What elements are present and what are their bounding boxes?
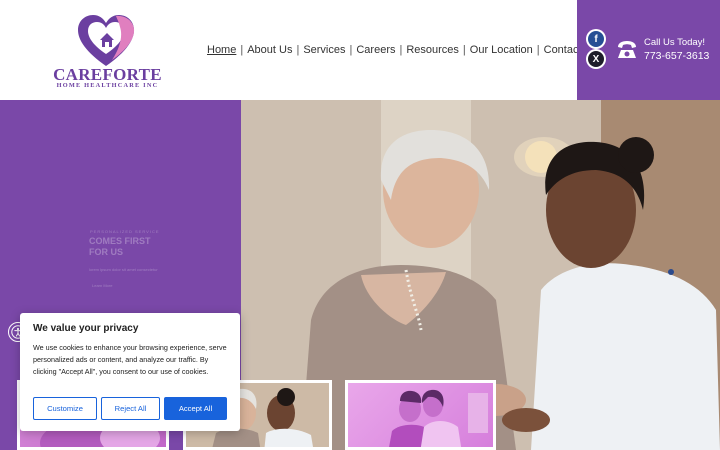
hero-heading: COMES FIRST FOR US: [89, 236, 151, 257]
telephone-icon: [618, 41, 636, 58]
nav-separator: |: [536, 44, 540, 56]
reject-all-button[interactable]: Reject All: [101, 397, 160, 420]
nav-separator: |: [399, 44, 403, 56]
nav-separator: |: [240, 44, 244, 56]
x-twitter-link[interactable]: X: [586, 49, 606, 69]
cookie-description: We use cookies to enhance your browsing …: [33, 343, 227, 376]
careforte-logo[interactable]: CAREFORTE HOME HEALTHCARE INC: [40, 14, 175, 90]
nav-our-location[interactable]: Our Location: [470, 44, 533, 56]
main-navigation: Home | About Us | Services | Careers | R…: [207, 42, 598, 58]
customize-button[interactable]: Customize: [33, 397, 97, 420]
nav-resources[interactable]: Resources: [406, 44, 459, 56]
nav-careers[interactable]: Careers: [356, 44, 395, 56]
accept-all-button[interactable]: Accept All: [164, 397, 227, 420]
call-us-label: Call Us Today!: [644, 37, 706, 48]
hero-learn-more-link[interactable]: Learn More: [92, 283, 112, 288]
site-header: CAREFORTE HOME HEALTHCARE INC Home | Abo…: [0, 0, 720, 100]
nav-separator: |: [296, 44, 300, 56]
facebook-link[interactable]: f: [586, 29, 606, 49]
facebook-icon: f: [588, 31, 604, 47]
thumbnail-card-3[interactable]: [345, 380, 496, 450]
nav-separator: |: [349, 44, 353, 56]
x-twitter-icon: X: [588, 51, 604, 67]
nav-about-us[interactable]: About Us: [247, 44, 292, 56]
logo-subtitle: HOME HEALTHCARE INC: [56, 82, 159, 89]
cookie-title: We value your privacy: [33, 323, 139, 334]
nav-services[interactable]: Services: [303, 44, 345, 56]
hero-paragraph: lorem ipsum dolor sit amet consectetur: [89, 267, 158, 272]
contact-panel: f X Call Us Today! 773-657-3613: [577, 0, 720, 100]
nav-home[interactable]: Home: [207, 44, 236, 56]
nav-separator: |: [462, 44, 466, 56]
heart-house-icon: [78, 15, 135, 66]
hero-kicker: PERSONALIZED SERVICE: [90, 229, 160, 234]
thumbnail-image: [389, 389, 488, 447]
cookie-consent-banner: We value your privacy We use cookies to …: [20, 313, 240, 431]
phone-number-link[interactable]: 773-657-3613: [644, 50, 709, 62]
